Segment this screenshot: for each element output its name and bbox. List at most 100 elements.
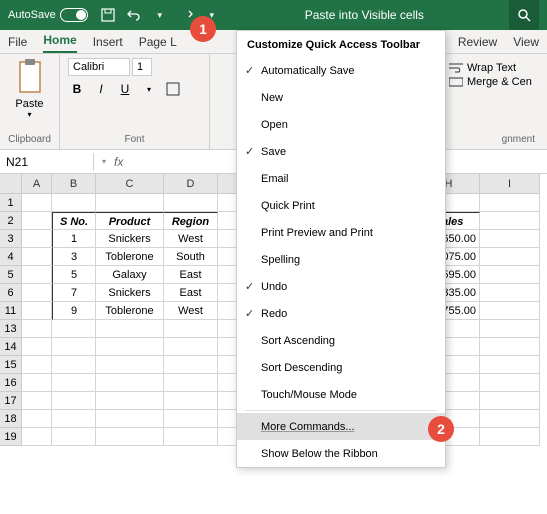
bold-button[interactable]: B <box>68 80 86 98</box>
tab-review[interactable]: Review <box>458 31 497 53</box>
menu-item[interactable]: Quick Print <box>237 192 445 219</box>
table-cell: 9 <box>52 302 96 320</box>
menu-item[interactable]: New <box>237 84 445 111</box>
row-header[interactable]: 19 <box>0 428 22 446</box>
row-header[interactable]: 14 <box>0 338 22 356</box>
menu-item[interactable]: Open <box>237 111 445 138</box>
row-header[interactable]: 15 <box>0 356 22 374</box>
undo-icon[interactable] <box>126 7 142 23</box>
menu-separator <box>245 410 437 411</box>
font-size-input[interactable] <box>132 58 152 76</box>
row-header[interactable]: 4 <box>0 248 22 266</box>
row-header[interactable]: 6 <box>0 284 22 302</box>
font-name-input[interactable] <box>68 58 130 76</box>
menu-item-label: Sort Ascending <box>261 335 335 347</box>
name-box[interactable]: N21 <box>0 153 94 171</box>
tab-view[interactable]: View <box>513 31 539 53</box>
check-icon: ✓ <box>245 145 261 158</box>
paste-label[interactable]: Paste <box>8 98 51 110</box>
col-header[interactable]: C <box>96 174 164 194</box>
table-cell: Galaxy <box>96 266 164 284</box>
col-header[interactable]: A <box>22 174 52 194</box>
chevron-down-icon[interactable]: ▾ <box>8 110 51 119</box>
tab-home[interactable]: Home <box>43 29 76 53</box>
redo-icon[interactable] <box>178 7 194 23</box>
menu-item-label: Undo <box>261 281 287 293</box>
callout-badge-1: 1 <box>190 16 216 42</box>
menu-item[interactable]: Email <box>237 165 445 192</box>
qat-customize-menu: Customize Quick Access Toolbar ✓Automati… <box>236 30 446 468</box>
wrap-text-label[interactable]: Wrap Text <box>467 62 516 74</box>
tab-file[interactable]: File <box>8 31 27 53</box>
paste-icon[interactable] <box>14 58 46 98</box>
menu-item-label: Touch/Mouse Mode <box>261 389 357 401</box>
table-cell: 7 <box>52 284 96 302</box>
table-cell: Snickers <box>96 284 164 302</box>
row-header[interactable]: 17 <box>0 392 22 410</box>
menu-item[interactable]: ✓Automatically Save <box>237 57 445 84</box>
table-header: Product <box>96 212 164 230</box>
menu-item-label: Save <box>261 146 286 158</box>
row-header[interactable]: 16 <box>0 374 22 392</box>
table-cell: Snickers <box>96 230 164 248</box>
table-cell: 5 <box>52 266 96 284</box>
merge-label[interactable]: Merge & Cen <box>467 76 532 88</box>
tab-page-layout[interactable]: Page L <box>139 31 177 53</box>
autosave-label: AutoSave <box>8 9 56 21</box>
alignment-group-label: gnment <box>445 134 539 145</box>
menu-item[interactable]: Spelling <box>237 246 445 273</box>
row-header[interactable]: 13 <box>0 320 22 338</box>
menu-item-label: Spelling <box>261 254 300 266</box>
menu-item-label: New <box>261 92 283 104</box>
menu-item[interactable]: Sort Ascending <box>237 327 445 354</box>
borders-button[interactable] <box>164 80 182 98</box>
italic-button[interactable]: I <box>92 80 110 98</box>
row-header[interactable]: 18 <box>0 410 22 428</box>
group-alignment: Wrap Text Merge & Cen gnment <box>437 54 547 149</box>
menu-show-below-ribbon[interactable]: Show Below the Ribbon <box>237 440 445 467</box>
menu-item[interactable]: ✓Undo <box>237 273 445 300</box>
row-header[interactable]: 1 <box>0 194 22 212</box>
table-header: S No. <box>52 212 96 230</box>
fx-icon[interactable]: fx <box>114 155 123 169</box>
menu-item-label: Show Below the Ribbon <box>261 448 378 460</box>
select-all-corner[interactable] <box>0 174 22 194</box>
menu-item[interactable]: Sort Descending <box>237 354 445 381</box>
menu-item-label: Print Preview and Print <box>261 227 373 239</box>
menu-item[interactable]: ✓Redo <box>237 300 445 327</box>
chevron-down-icon[interactable]: ▾ <box>102 157 106 166</box>
chevron-down-icon[interactable]: ▾ <box>140 80 158 98</box>
menu-more-commands[interactable]: More Commands... <box>237 413 445 440</box>
search-button[interactable] <box>509 0 539 30</box>
table-cell: West <box>164 302 218 320</box>
menu-item-label: Sort Descending <box>261 362 342 374</box>
save-icon[interactable] <box>100 7 116 23</box>
col-header[interactable]: I <box>480 174 540 194</box>
wrap-text-icon[interactable] <box>449 62 463 74</box>
merge-icon[interactable] <box>449 76 463 88</box>
underline-button[interactable]: U <box>116 80 134 98</box>
menu-item[interactable]: Touch/Mouse Mode <box>237 381 445 408</box>
menu-item-label: Quick Print <box>261 200 315 212</box>
row-header[interactable]: 5 <box>0 266 22 284</box>
group-clipboard: Paste ▾ Clipboard <box>0 54 60 149</box>
col-header[interactable]: D <box>164 174 218 194</box>
tab-insert[interactable]: Insert <box>93 31 123 53</box>
menu-title: Customize Quick Access Toolbar <box>237 31 445 57</box>
menu-item-label: Automatically Save <box>261 65 355 77</box>
row-header[interactable]: 3 <box>0 230 22 248</box>
workbook-title: Paste into Visible cells <box>220 8 509 22</box>
table-header: Region <box>164 212 218 230</box>
menu-item[interactable]: Print Preview and Print <box>237 219 445 246</box>
clipboard-group-label: Clipboard <box>8 134 51 145</box>
title-bar: AutoSave ▾ ▾ Paste into Visible cells <box>0 0 547 30</box>
menu-item-label: Redo <box>261 308 287 320</box>
autosave-toggle[interactable]: AutoSave <box>8 8 88 22</box>
row-header[interactable]: 2 <box>0 212 22 230</box>
group-font: B I U ▾ Font <box>60 54 210 149</box>
menu-item[interactable]: ✓Save <box>237 138 445 165</box>
col-header[interactable]: B <box>52 174 96 194</box>
toggle-off-icon[interactable] <box>60 8 88 22</box>
chevron-down-icon[interactable]: ▾ <box>152 7 168 23</box>
row-header[interactable]: 11 <box>0 302 22 320</box>
